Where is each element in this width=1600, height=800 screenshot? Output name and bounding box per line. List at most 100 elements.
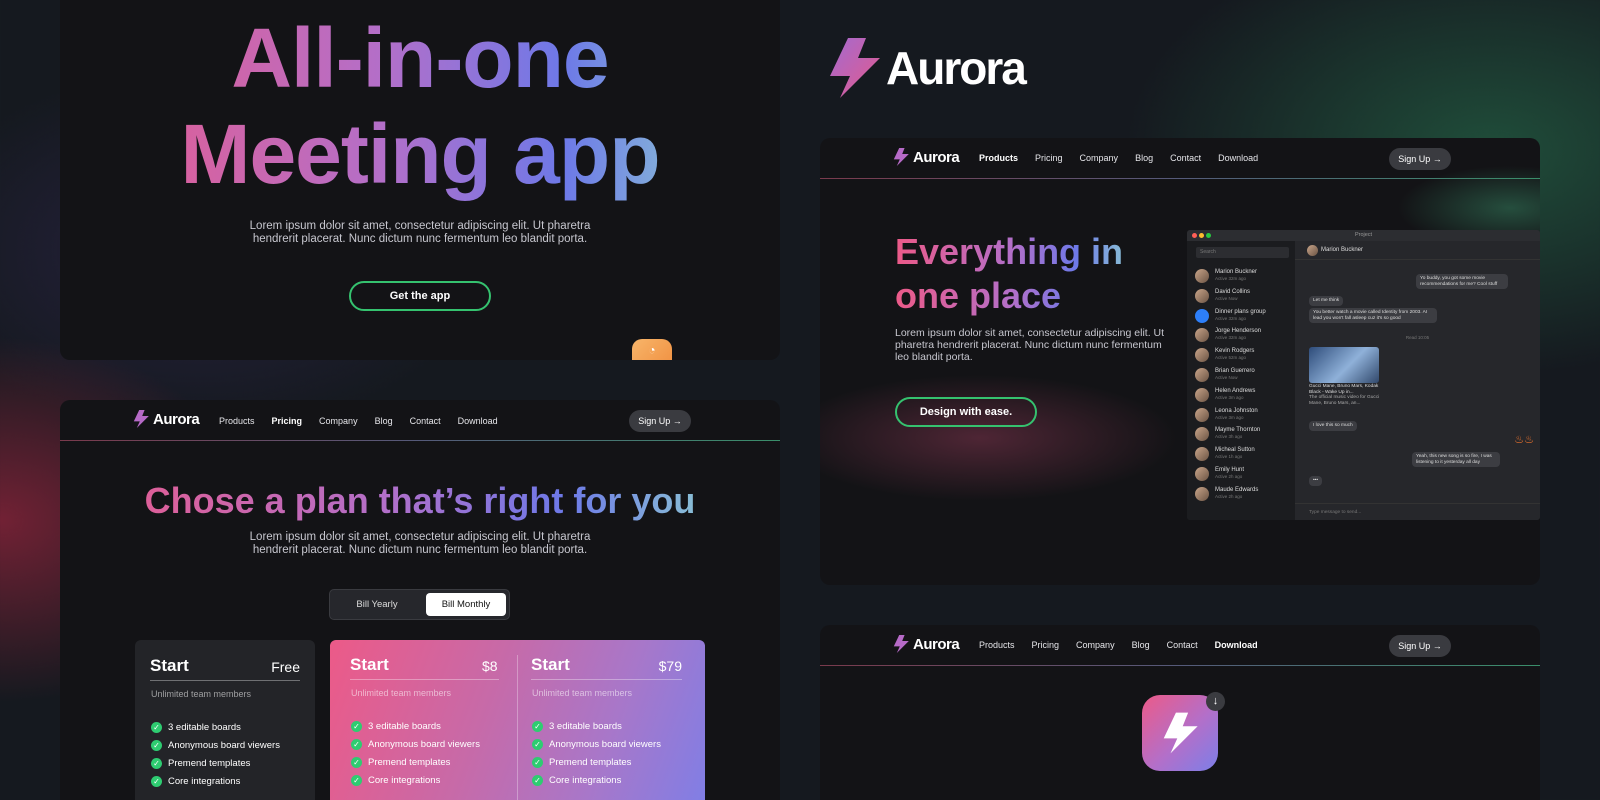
navbar: Aurora Products Pricing Company Blog Con… [820,138,1540,178]
window-title: Project [1354,232,1373,238]
sign-up-button[interactable]: Sign Up → [1389,148,1451,170]
contact-item[interactable]: Jorge Henderson Active 32m ago [1195,328,1261,342]
products-title-line2: one place [895,275,1062,316]
hero-title-line1: All-in-one [60,10,780,106]
nav-links: Products Pricing Company Blog Contact Do… [979,153,1258,163]
plan-subtitle: Unlimited team members [151,689,252,699]
download-panel: Aurora Products Pricing Company Blog Con… [820,625,1540,800]
sign-up-button[interactable]: Sign Up → [629,410,691,432]
card-divider [350,679,499,680]
card-divider [531,679,682,680]
video-thumbnail [1309,347,1379,383]
card-column-divider [517,655,518,800]
message-bubble: Let me think [1309,296,1344,306]
check-icon: ✓ [151,722,162,733]
nav-company[interactable]: Company [1080,153,1119,163]
avatar [1195,427,1209,441]
design-with-ease-button[interactable]: Design with ease. [895,397,1037,427]
contact-item[interactable]: Kevin Rodgers Active 52m ago [1195,348,1254,362]
contact-item[interactable]: Marion Buckner Active 32m ago [1195,269,1257,283]
message-timestamp: Read 10:05 [1405,335,1430,340]
arrow-right-icon: → [672,416,682,426]
rss-icon: ◔ [648,343,656,357]
check-icon: ✓ [351,775,362,786]
contact-item[interactable]: Maude Edwards Active 2h ago [1195,487,1258,501]
pricing-panel: Aurora Products Pricing Company Blog Con… [60,400,780,800]
get-app-button[interactable]: Get the app [349,281,491,311]
avatar [1195,368,1209,382]
nav-download[interactable]: Download [458,416,498,426]
chat-header: Marion Buckner [1295,241,1540,260]
download-arrow-icon[interactable]: ↓ [1206,692,1225,711]
plan-card-free[interactable]: Start Free Unlimited team members ✓ 3 edi… [135,640,315,800]
nav-products[interactable]: Products [979,640,1015,650]
check-icon: ✓ [351,757,362,768]
nav-logo[interactable]: Aurora [892,635,960,653]
plan-name: Start [150,656,189,675]
nav-divider [60,440,780,441]
nav-pricing[interactable]: Pricing [272,416,303,426]
contact-item[interactable]: Mayme Thornton Active 3h ago [1195,427,1260,441]
message-bubble: Yo buddy, you got some movie recommendat… [1416,274,1508,290]
sign-up-button[interactable]: Sign Up → [1389,635,1451,657]
contact-item[interactable]: Dinner plans group Active 32m ago [1195,309,1266,323]
nav-company[interactable]: Company [319,416,358,426]
nav-pricing[interactable]: Pricing [1032,640,1060,650]
avatar [1195,348,1209,362]
nav-blog[interactable]: Blog [1132,640,1150,650]
contact-item[interactable]: David Collins Active Now [1195,289,1250,303]
products-title-line1: Everything in [895,231,1124,272]
check-icon: ✓ [151,776,162,787]
nav-pricing[interactable]: Pricing [1035,153,1063,163]
feature-item: ✓ Anonymous board viewers [351,739,480,750]
nav-products[interactable]: Products [979,153,1018,163]
nav-company[interactable]: Company [1076,640,1115,650]
feature-item: ✓ Premend templates [351,757,450,768]
avatar [1195,388,1209,402]
nav-logo[interactable]: Aurora [892,148,960,166]
nav-products[interactable]: Products [219,416,255,426]
contact-item[interactable]: Micheal Sutton Active 1h ago [1195,447,1255,461]
sign-up-label: Sign Up [1398,154,1431,164]
pricing-title: Chose a plan that’s right for you [60,480,780,522]
lightning-bolt-icon [133,410,149,428]
check-icon: ✓ [151,740,162,751]
hero-title-line2: Meeting app [60,106,780,202]
nav-logo[interactable]: Aurora [132,410,200,428]
plan-card-paid-group: Start $8 Unlimited team members ✓ 3 edita… [330,640,705,800]
check-icon: ✓ [351,739,362,750]
arrow-right-icon: → [1432,154,1442,164]
message-input[interactable]: Type message to send... [1295,503,1540,520]
bill-yearly-tab[interactable]: Bill Yearly [334,593,420,616]
lightning-bolt-icon [830,38,880,98]
sign-up-label: Sign Up [1398,641,1431,651]
nav-contact[interactable]: Contact [1170,153,1201,163]
avatar [1195,487,1209,501]
products-body: Lorem ipsum dolor sit amet, consectetur … [895,327,1165,363]
avatar [1195,467,1209,481]
brand-name: Aurora [886,42,1027,94]
contact-item[interactable]: Leona Johnston Active 3m ago [1195,408,1258,422]
check-icon: ✓ [532,739,543,750]
contact-sidebar: Search Marion Buckner Active 32m ago Davi… [1187,241,1295,520]
sign-up-label: Sign Up [638,416,671,426]
nav-blog[interactable]: Blog [1135,153,1153,163]
nav-blog[interactable]: Blog [375,416,393,426]
nav-contact[interactable]: Contact [1167,640,1198,650]
bill-monthly-tab[interactable]: Bill Monthly [426,593,506,616]
pricing-body: Lorem ipsum dolor sit amet, consectetur … [249,531,591,556]
feature-item: ✓ 3 editable boards [532,721,622,732]
nav-contact[interactable]: Contact [410,416,441,426]
hero-body: Lorem ipsum dolor sit amet, consectetur … [249,220,591,245]
contact-item[interactable]: Helen Andrews Active 3m ago [1195,388,1255,402]
search-input[interactable]: Search [1196,247,1289,258]
contact-item[interactable]: Brian Guerrero Active Now [1195,368,1255,382]
plan-price: Free [271,659,300,675]
message-bubble: You better watch a movie called Identity… [1309,308,1437,324]
avatar [1195,447,1209,461]
nav-download[interactable]: Download [1218,153,1258,163]
arrow-right-icon: → [1432,641,1442,651]
contact-item[interactable]: Emily Hunt Active 2h ago [1195,467,1244,481]
fire-emoji-icon: ♨♨ [1514,434,1534,446]
nav-download[interactable]: Download [1215,640,1258,650]
